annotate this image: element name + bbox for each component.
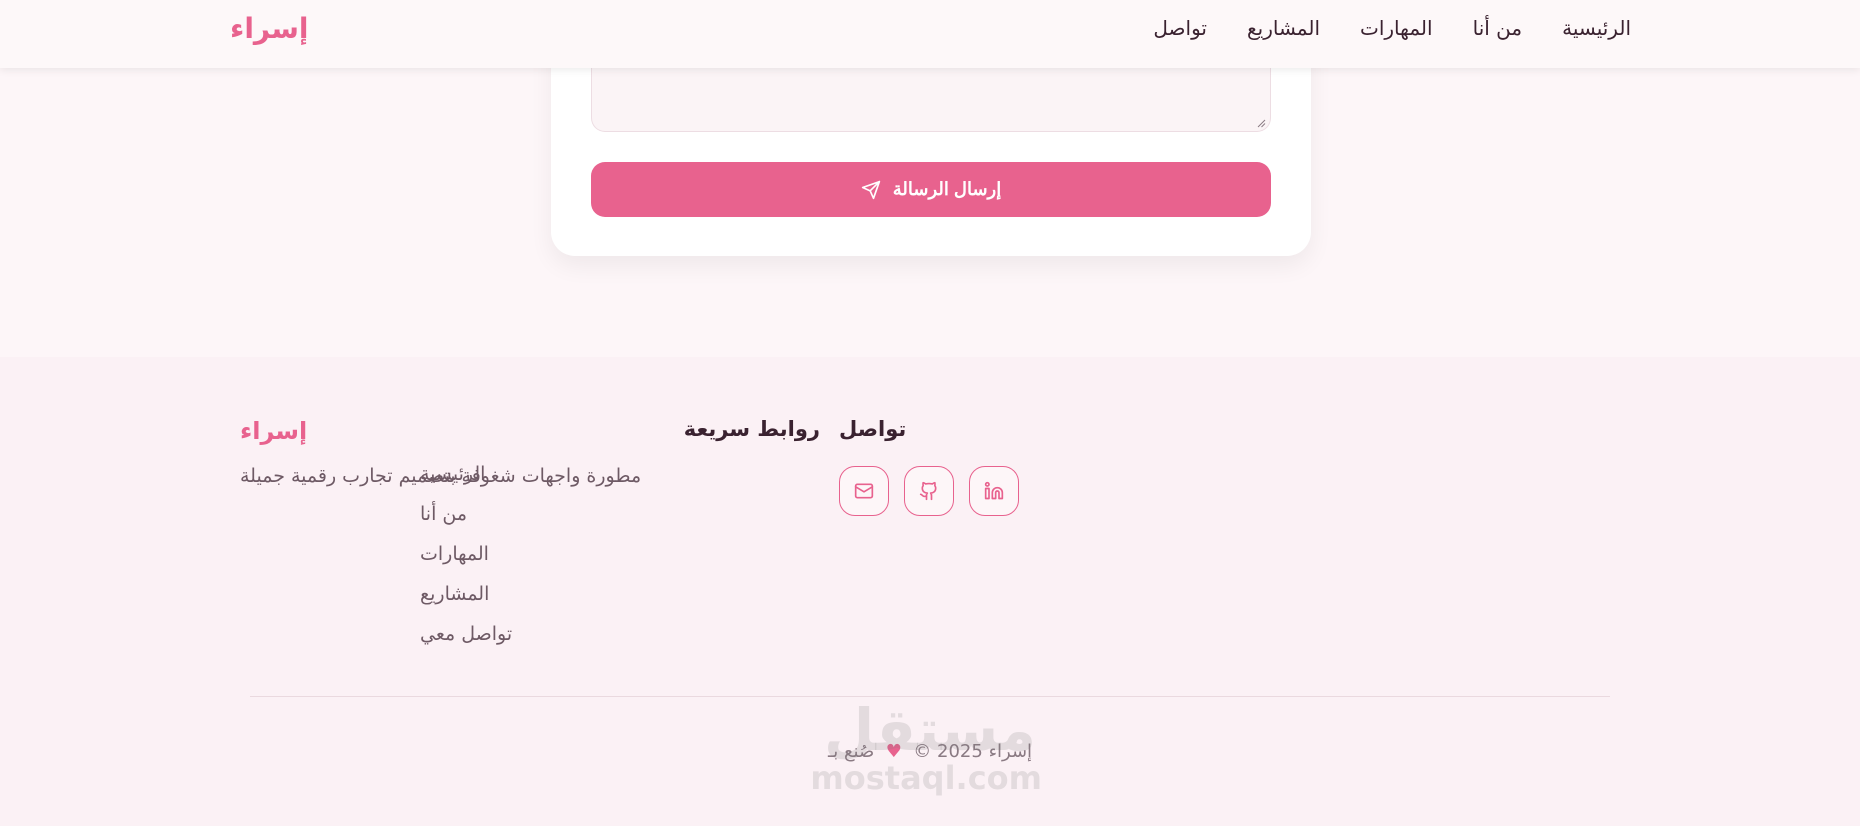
heart-icon: ♥ — [885, 741, 902, 762]
nav-skills[interactable]: المهارات — [1360, 16, 1433, 40]
footer-brand-title: إسراء — [240, 417, 308, 445]
github-icon — [919, 481, 937, 501]
linkedin-button[interactable] — [969, 466, 1019, 516]
footer-link-about[interactable]: من أنا — [420, 503, 820, 543]
email-button[interactable] — [839, 466, 889, 516]
footer-link-contact[interactable]: تواصل معي — [420, 623, 820, 663]
site-footer: إسراء مطورة واجهات شغوفة بتصميم تجارب رق… — [0, 357, 1860, 826]
nav-contact[interactable]: تواصل — [1153, 16, 1207, 40]
footer-link-home[interactable]: الرئيسية — [420, 463, 820, 503]
nav-about[interactable]: من أنا — [1473, 16, 1523, 40]
send-icon — [861, 180, 880, 199]
quick-links-title: روابط سريعة — [683, 417, 820, 441]
nav-home[interactable]: الرئيسية — [1562, 16, 1631, 40]
send-message-button[interactable]: إرسال الرسالة — [591, 162, 1271, 217]
linkedin-icon — [984, 481, 1004, 500]
mail-icon — [854, 483, 874, 499]
footer-link-skills[interactable]: المهارات — [420, 543, 820, 583]
github-button[interactable] — [904, 466, 954, 516]
nav-projects[interactable]: المشاريع — [1247, 16, 1320, 40]
copyright: إسراء 2025 © ♥ صُنع بـ — [0, 741, 1860, 762]
site-header: إسراء الرئيسية من أنا المهارات المشاريع … — [0, 0, 1860, 68]
send-message-label: إرسال الرسالة — [892, 179, 1002, 199]
copyright-prefix: صُنع بـ — [827, 741, 875, 762]
copyright-suffix: إسراء 2025 © — [913, 741, 1033, 762]
footer-contact-title: تواصل — [839, 417, 907, 441]
resize-grip-icon[interactable] — [1256, 118, 1266, 128]
footer-divider — [250, 696, 1610, 697]
main-nav: الرئيسية من أنا المهارات المشاريع تواصل — [1153, 16, 1631, 40]
brand-logo[interactable]: إسراء — [230, 12, 308, 45]
footer-link-projects[interactable]: المشاريع — [420, 583, 820, 623]
social-links — [839, 466, 1019, 516]
